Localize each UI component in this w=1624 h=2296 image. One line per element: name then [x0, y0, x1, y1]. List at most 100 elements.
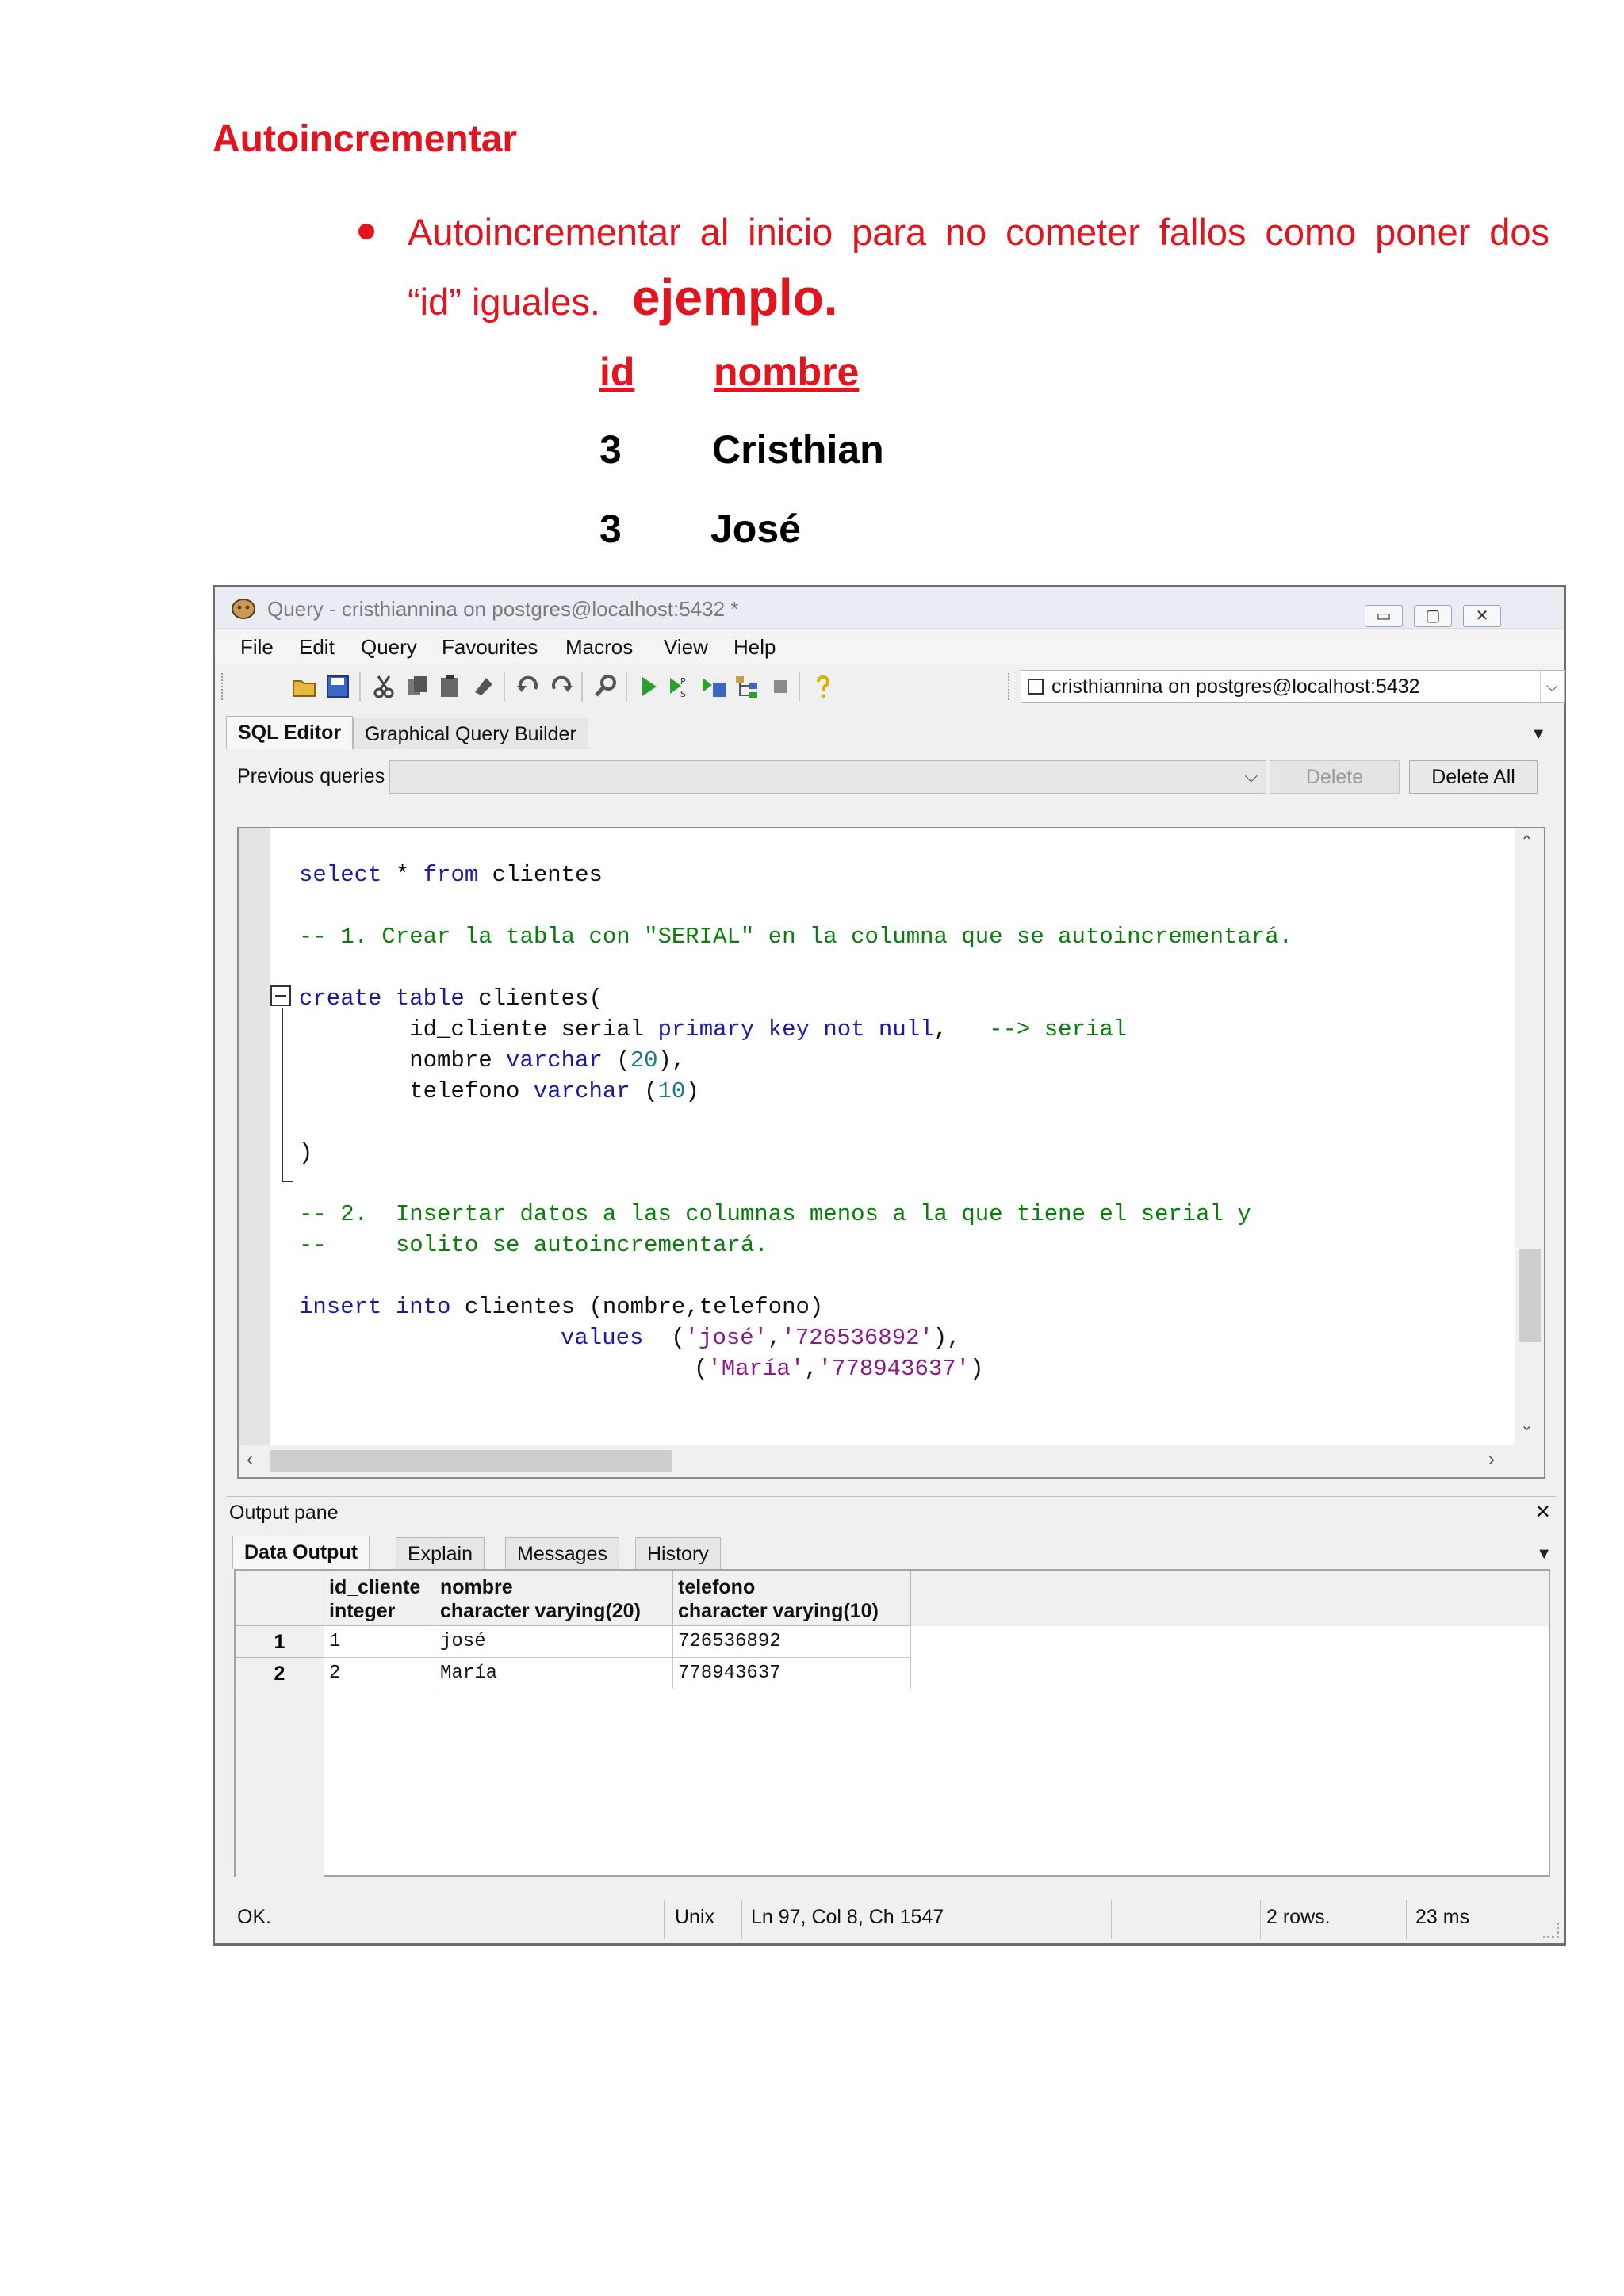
tab-sql-editor[interactable]: SQL Editor — [226, 716, 354, 749]
connection-label: cristhiannina on postgres@localhost:5432 — [1051, 675, 1420, 698]
column-header-nombre[interactable]: nombre character varying(20) — [435, 1571, 673, 1626]
execute-icon[interactable] — [635, 673, 662, 700]
code-line-4: id_cliente serial primary key not null, … — [299, 1016, 1128, 1043]
scroll-left-icon[interactable]: ‹ — [247, 1448, 253, 1471]
find-icon[interactable] — [592, 673, 619, 700]
close-icon[interactable]: × — [1535, 1497, 1550, 1526]
bullet-line2: “id” iguales. ejemplo. — [408, 265, 838, 335]
tab-menu-icon[interactable]: ▼ — [1530, 725, 1546, 744]
example-row2-nombre: José — [710, 507, 801, 551]
data-output-grid[interactable]: id_cliente integer nombre character varyin… — [234, 1569, 1550, 1877]
horizontal-scrollbar[interactable]: ‹ › — [239, 1445, 1544, 1477]
redo-icon[interactable] — [548, 673, 575, 700]
scroll-down-icon[interactable]: ⌄ — [1520, 1415, 1534, 1435]
fold-line — [282, 1008, 283, 1182]
tab-graphical-query-builder[interactable]: Graphical Query Builder — [353, 718, 588, 749]
menu-file[interactable]: File — [240, 635, 274, 660]
status-row-count: 2 rows. — [1266, 1906, 1331, 1928]
status-cursor-position: Ln 97, Col 8, Ch 1547 — [751, 1906, 944, 1928]
menu-help[interactable]: Help — [733, 635, 776, 660]
menu-favourites[interactable]: Favourites — [442, 635, 538, 660]
toolbar-separator — [504, 672, 505, 702]
execute-to-file-icon[interactable] — [700, 673, 727, 700]
example-row2-id: 3 — [599, 507, 622, 551]
chevron-down-icon[interactable]: ⌵ — [1540, 671, 1564, 702]
code-line-7: ) — [299, 1140, 313, 1166]
delete-button[interactable]: Delete — [1270, 760, 1400, 794]
toolbar: PS cristhiannina on postgres@localhost:5… — [215, 665, 1565, 706]
menu-macros[interactable]: Macros — [565, 635, 633, 660]
minimize-button[interactable]: ▭ — [1365, 605, 1403, 627]
tab-menu-icon[interactable]: ▼ — [1536, 1545, 1552, 1563]
menu-edit[interactable]: Edit — [299, 635, 335, 660]
menu-query[interactable]: Query — [361, 635, 417, 660]
table-cell[interactable]: 2 — [324, 1658, 435, 1689]
horizontal-scroll-thumb[interactable] — [270, 1450, 672, 1472]
table-cell[interactable]: 726536892 — [673, 1626, 911, 1658]
table-cell[interactable]: María — [435, 1658, 673, 1689]
fold-toggle-icon[interactable] — [270, 985, 291, 1006]
sql-editor[interactable]: select * from clientes -- 1. Crear la ta… — [237, 827, 1545, 1479]
code-line-11: values ('josé','726536892'), — [561, 1325, 961, 1351]
toolbar-grip — [221, 673, 226, 700]
row-number[interactable]: 1 — [236, 1626, 324, 1658]
explain-icon[interactable] — [733, 673, 760, 700]
previous-queries-label: Previous queries — [237, 765, 385, 787]
scroll-up-icon[interactable]: ⌃ — [1520, 832, 1534, 851]
fold-end — [282, 1181, 293, 1182]
status-time: 23 ms — [1415, 1906, 1470, 1928]
toolbar-separator — [626, 672, 627, 702]
maximize-button[interactable]: ▢ — [1414, 605, 1452, 627]
code-line-5: nombre varchar (20), — [299, 1047, 686, 1073]
clear-icon[interactable] — [470, 673, 497, 700]
execute-pgscript-icon[interactable]: PS — [667, 673, 694, 700]
tab-explain[interactable]: Explain — [396, 1537, 485, 1569]
cut-icon[interactable] — [370, 673, 397, 700]
svg-text:S: S — [680, 689, 686, 699]
vertical-scroll-thumb[interactable] — [1519, 1249, 1541, 1342]
code-line-8: -- 2. Insertar datos a las columnas meno… — [299, 1201, 1251, 1227]
toolbar-separator — [799, 672, 800, 702]
tab-data-output[interactable]: Data Output — [232, 1536, 370, 1569]
editor-tabs: SQL Editor Graphical Query Builder ▼ — [215, 714, 1564, 749]
previous-queries-combo[interactable]: ⌵ — [389, 760, 1266, 794]
svg-text:P: P — [680, 676, 686, 687]
column-header-id-cliente[interactable]: id_cliente integer — [324, 1571, 435, 1626]
menu-bar: File Edit Query Favourites Macros View H… — [215, 630, 1564, 665]
open-file-icon[interactable] — [291, 673, 318, 700]
code-line-2: -- 1. Crear la tabla con "SERIAL" en la … — [299, 924, 1293, 950]
save-icon[interactable] — [324, 673, 351, 700]
delete-all-button[interactable]: Delete All — [1409, 760, 1538, 794]
bullet-text: Autoincrementar al inicio para no comete… — [408, 211, 1549, 253]
column-header-telefono[interactable]: telefono character varying(10) — [673, 1571, 911, 1626]
tab-messages[interactable]: Messages — [505, 1537, 619, 1569]
copy-icon[interactable] — [404, 673, 431, 700]
output-pane-header: Output pane × — [226, 1496, 1557, 1526]
vertical-scrollbar[interactable]: ⌃ ⌄ — [1515, 828, 1544, 1447]
code-line-3: create table clientes( — [299, 985, 603, 1012]
status-bar: OK. Unix Ln 97, Col 8, Ch 1547 2 rows. 2… — [215, 1896, 1564, 1943]
code-line-1: select * from clientes — [299, 862, 603, 888]
grid-corner — [236, 1571, 324, 1626]
code-line-12: ('María','778943637') — [694, 1356, 984, 1382]
paste-icon[interactable] — [437, 673, 464, 700]
example-row1-nombre: Cristhian — [712, 427, 884, 472]
row-number[interactable]: 2 — [236, 1658, 324, 1689]
table-cell[interactable]: josé — [435, 1626, 673, 1658]
status-state: OK. — [237, 1906, 272, 1928]
chevron-down-icon: ⌵ — [1244, 766, 1258, 786]
table-cell[interactable]: 1 — [324, 1626, 435, 1658]
connection-select[interactable]: cristhiannina on postgres@localhost:5432… — [1021, 670, 1565, 703]
table-cell[interactable]: 778943637 — [673, 1658, 911, 1689]
tab-history[interactable]: History — [635, 1537, 721, 1569]
menu-view[interactable]: View — [664, 635, 708, 660]
stop-icon[interactable] — [767, 673, 794, 700]
doc-heading: Autoincrementar — [213, 118, 518, 160]
close-button[interactable]: ✕ — [1463, 605, 1501, 627]
resize-grip-icon[interactable] — [1543, 1923, 1559, 1938]
undo-icon[interactable] — [515, 673, 542, 700]
scroll-right-icon[interactable]: › — [1488, 1448, 1495, 1471]
help-icon[interactable] — [810, 673, 837, 700]
connection-checkbox[interactable] — [1028, 679, 1044, 695]
output-pane-label: Output pane — [229, 1502, 339, 1524]
